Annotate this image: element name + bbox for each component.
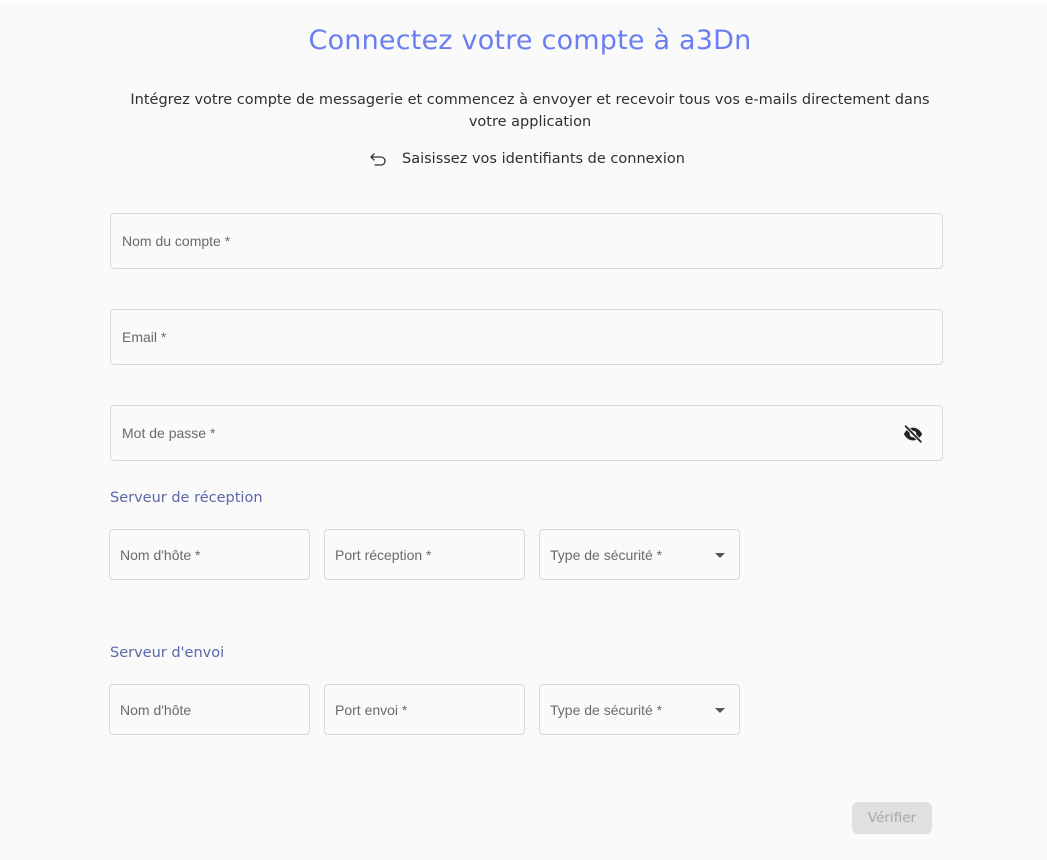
email-placeholder: Email * <box>122 329 167 345</box>
back-link-label: Saisissez vos identifiants de connexion <box>402 151 685 167</box>
outgoing-port-placeholder: Port envoi * <box>335 701 408 718</box>
caret-down-icon <box>715 708 725 713</box>
outgoing-security-placeholder: Type de sécurité * <box>550 701 663 718</box>
incoming-hostname-field[interactable]: Nom d'hôte * <box>109 529 310 580</box>
incoming-security-placeholder: Type de sécurité * <box>550 546 663 563</box>
incoming-security-select[interactable]: Type de sécurité * <box>539 529 740 580</box>
password-field[interactable]: Mot de passe * <box>110 405 943 461</box>
eye-off-icon[interactable] <box>902 423 924 445</box>
incoming-hostname-placeholder: Nom d'hôte * <box>120 546 201 563</box>
account-name-field[interactable]: Nom du compte * <box>110 213 943 269</box>
incoming-port-field[interactable]: Port réception * <box>324 529 525 580</box>
email-field[interactable]: Email * <box>110 309 943 365</box>
caret-down-icon <box>715 553 725 558</box>
incoming-port-placeholder: Port réception * <box>335 546 432 563</box>
outgoing-hostname-placeholder: Nom d'hôte <box>120 701 192 718</box>
back-to-credentials-link[interactable]: Saisissez vos identifiants de connexion <box>369 148 685 170</box>
outgoing-server-title: Serveur d'envoi <box>110 645 225 661</box>
password-placeholder: Mot de passe * <box>122 425 216 441</box>
page-title: Connectez votre compte à a3Dn <box>308 25 752 56</box>
outgoing-security-select[interactable]: Type de sécurité * <box>539 684 740 735</box>
outgoing-port-field[interactable]: Port envoi * <box>324 684 525 735</box>
connect-account-panel: Connectez votre compte à a3Dn Intégrez v… <box>0 3 1047 860</box>
intro-text: Intégrez votre compte de messagerie et c… <box>130 92 930 130</box>
incoming-server-title: Serveur de réception <box>110 490 263 506</box>
undo-arrow-icon <box>370 153 386 166</box>
outgoing-hostname-field[interactable]: Nom d'hôte <box>109 684 310 735</box>
verify-button[interactable]: Vérifier <box>852 802 932 834</box>
account-name-placeholder: Nom du compte * <box>122 233 231 249</box>
